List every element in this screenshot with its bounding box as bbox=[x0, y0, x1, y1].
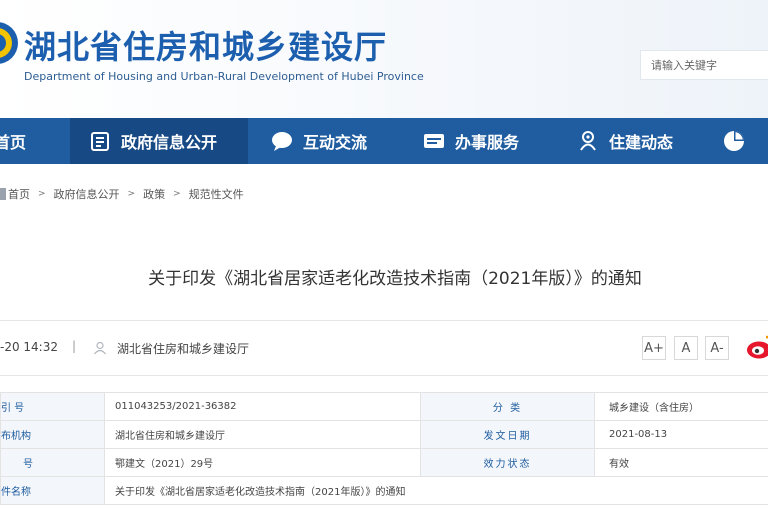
font-increase-button[interactable]: A+ bbox=[642, 336, 666, 360]
service-icon bbox=[422, 129, 446, 153]
info-value: 城乡建设（含住房） bbox=[594, 392, 768, 421]
breadcrumb-item[interactable]: 政策 bbox=[143, 186, 165, 202]
table-row: 号 鄂建文（2021）29号 效力状态 有效 bbox=[0, 448, 768, 477]
nav-item-interaction[interactable]: 互动交流 bbox=[270, 118, 400, 164]
nav-item-label: 住建动态 bbox=[609, 133, 674, 152]
font-increase-label: A+ bbox=[644, 340, 664, 356]
pie-chart-icon bbox=[722, 129, 746, 153]
font-decrease-label: A- bbox=[710, 340, 724, 356]
nav-item-label: 办事服务 bbox=[455, 133, 520, 152]
info-label: 件名称 bbox=[0, 476, 105, 505]
font-decrease-button[interactable]: A- bbox=[705, 336, 729, 360]
info-label: 号 bbox=[0, 448, 105, 477]
font-default-button[interactable]: A bbox=[674, 336, 698, 360]
nav-item-label: 首页 bbox=[0, 133, 27, 152]
site-logo[interactable] bbox=[0, 20, 20, 66]
publish-date: -20 14:32 bbox=[0, 340, 58, 354]
main-nav: 首页 政府信息公开 互动交流 办事服务 住建动态 bbox=[0, 118, 768, 164]
info-label: 发文日期 bbox=[420, 420, 595, 449]
user-icon bbox=[93, 340, 107, 359]
site-title[interactable]: 湖北省住房和城乡建设厅 bbox=[24, 22, 387, 68]
weibo-share-icon[interactable] bbox=[746, 334, 768, 360]
table-row: 布机构 湖北省住房和城乡建设厅 发文日期 2021-08-13 bbox=[0, 420, 768, 449]
info-label: 分 类 bbox=[420, 392, 595, 421]
news-icon bbox=[576, 129, 600, 153]
info-label: 引 号 bbox=[0, 392, 105, 421]
site-header: 湖北省住房和城乡建设厅 Department of Housing and Ur… bbox=[0, 0, 768, 118]
search-input[interactable] bbox=[641, 51, 768, 79]
breadcrumb-item[interactable]: 规范性文件 bbox=[189, 186, 244, 202]
info-value: 011043253/2021-36382 bbox=[104, 392, 421, 421]
table-row: 件名称 关于印发《湖北省居家适老化改造技术指南（2021年版）》的通知 bbox=[0, 476, 768, 505]
chevron-right-icon: > bbox=[173, 189, 181, 199]
nav-item-label: 政府信息公开 bbox=[121, 133, 218, 152]
nav-item-data[interactable] bbox=[722, 118, 768, 164]
article-meta: -20 14:32 | 湖北省住房和城乡建设厅 A+ A A- bbox=[0, 320, 768, 376]
nav-item-gov-info[interactable]: 政府信息公开 bbox=[70, 118, 248, 164]
site-subtitle: Department of Housing and Urban-Rural De… bbox=[24, 70, 424, 83]
nav-item-home[interactable]: 首页 bbox=[0, 118, 62, 164]
breadcrumb: 首页 > 政府信息公开 > 政策 > 规范性文件 bbox=[0, 186, 244, 202]
article-title: 关于印发《湖北省居家适老化改造技术指南（2021年版）》的通知 bbox=[148, 269, 642, 289]
breadcrumb-item[interactable]: 政府信息公开 bbox=[54, 186, 120, 202]
document-icon bbox=[88, 129, 112, 153]
info-value: 有效 bbox=[594, 448, 768, 477]
font-default-label: A bbox=[681, 340, 691, 356]
info-value: 关于印发《湖北省居家适老化改造技术指南（2021年版）》的通知 bbox=[104, 476, 768, 505]
chevron-right-icon: > bbox=[127, 189, 136, 199]
chat-bubble-icon bbox=[270, 129, 294, 153]
info-value: 2021-08-13 bbox=[594, 420, 768, 449]
home-icon bbox=[0, 188, 6, 200]
article-source: 湖北省住房和城乡建设厅 bbox=[117, 342, 250, 356]
table-row: 引 号 011043253/2021-36382 分 类 城乡建设（含住房） bbox=[0, 392, 768, 421]
meta-divider: | bbox=[72, 339, 77, 353]
chevron-right-icon: > bbox=[38, 189, 46, 199]
info-value: 鄂建文（2021）29号 bbox=[104, 448, 421, 477]
nav-item-news[interactable]: 住建动态 bbox=[576, 118, 706, 164]
info-value: 湖北省住房和城乡建设厅 bbox=[104, 420, 421, 449]
search-box bbox=[640, 50, 768, 80]
nav-item-services[interactable]: 办事服务 bbox=[422, 118, 552, 164]
nav-item-label: 互动交流 bbox=[303, 133, 368, 152]
breadcrumb-item[interactable]: 首页 bbox=[8, 186, 30, 202]
info-label: 布机构 bbox=[0, 420, 105, 449]
info-label: 效力状态 bbox=[420, 448, 595, 477]
document-info-table: 引 号 011043253/2021-36382 分 类 城乡建设（含住房） 布… bbox=[0, 392, 768, 505]
